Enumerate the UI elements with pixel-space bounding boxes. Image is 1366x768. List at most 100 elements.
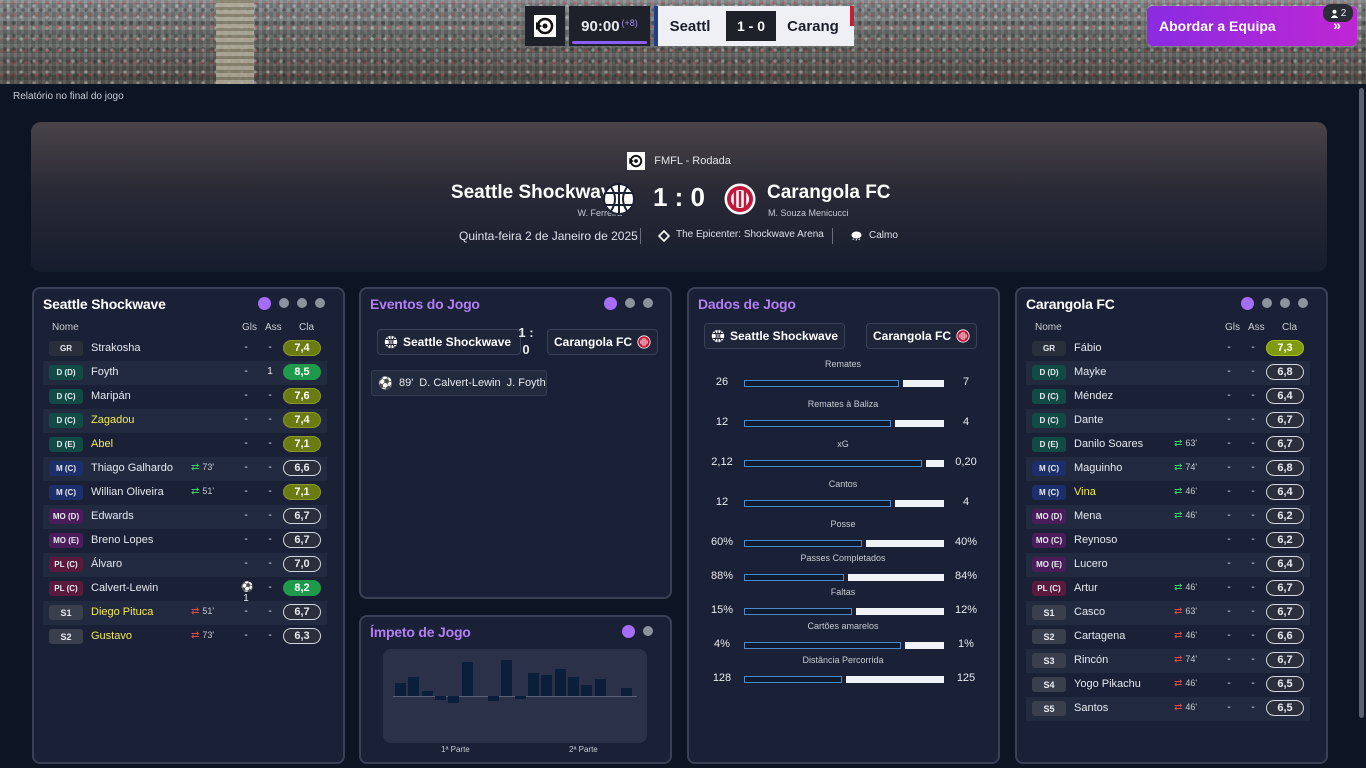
- player-row[interactable]: D (D) Foyth - 1 8,5: [43, 361, 327, 385]
- player-name[interactable]: Dante: [1074, 414, 1103, 426]
- player-row[interactable]: GR Strakosha - -7,4: [43, 337, 327, 361]
- player-row[interactable]: MO (C) Reynoso - -6,2: [1026, 529, 1310, 553]
- player-name[interactable]: Reynoso: [1074, 534, 1117, 546]
- goals-value: -: [1227, 366, 1231, 377]
- away-panel-pager[interactable]: [1241, 297, 1308, 310]
- player-row[interactable]: M (C) Vina ⇄ 46' - -6,4: [1026, 481, 1310, 505]
- player-row[interactable]: S5 Santos ⇄ 46' - -6,5: [1026, 697, 1310, 721]
- player-row[interactable]: M (C) Maguinho ⇄ 74' - -6,8: [1026, 457, 1310, 481]
- event-minute: 89': [398, 377, 414, 389]
- player-name[interactable]: Diego Pituca: [91, 606, 153, 618]
- player-name[interactable]: Rincón: [1074, 654, 1108, 666]
- player-row[interactable]: D (D) Mayke - -6,8: [1026, 361, 1310, 385]
- assists-value: -: [268, 534, 272, 545]
- away-team-name[interactable]: Carangola FC: [767, 182, 891, 204]
- player-name[interactable]: Willian Oliveira: [91, 486, 164, 498]
- player-row[interactable]: S1 Diego Pituca ⇄ 51' - -6,7: [43, 601, 327, 625]
- player-row[interactable]: MO (E) Lucero - -6,4: [1026, 553, 1310, 577]
- position-badge: S3: [1032, 653, 1066, 668]
- player-name[interactable]: Méndez: [1074, 390, 1113, 402]
- player-row[interactable]: S3 Rincón ⇄ 74' - -6,7: [1026, 649, 1310, 673]
- stat-home-value: 12: [715, 496, 729, 508]
- player-name[interactable]: Calvert-Lewin: [91, 582, 158, 594]
- player-row[interactable]: PL (C) Artur ⇄ 46' - -6,7: [1026, 577, 1310, 601]
- player-name[interactable]: Gustavo: [91, 630, 132, 642]
- player-name[interactable]: Casco: [1074, 606, 1105, 618]
- competition[interactable]: FMFL - Rodada: [31, 152, 1327, 170]
- assists-value: -: [268, 390, 272, 401]
- player-name[interactable]: Yogo Pikachu: [1074, 678, 1141, 690]
- player-row[interactable]: M (C) Willian Oliveira ⇄ 51' - -7,1: [43, 481, 327, 505]
- player-name[interactable]: Cartagena: [1074, 630, 1125, 642]
- venue-name[interactable]: The Epicenter: Shockwave Arena: [676, 229, 824, 240]
- player-name[interactable]: Mena: [1074, 510, 1102, 522]
- player-row[interactable]: PL (C) Álvaro - -7,0: [43, 553, 327, 577]
- player-name[interactable]: Breno Lopes: [91, 534, 153, 546]
- stat-label: xG: [837, 439, 849, 449]
- home-team-name[interactable]: Seattle Shockwave: [451, 182, 622, 204]
- position-badge: MO (C): [1032, 533, 1066, 548]
- player-row[interactable]: D (C) Dante - -6,7: [1026, 409, 1310, 433]
- home-panel-pager[interactable]: [258, 297, 325, 310]
- player-row[interactable]: GR Fábio - -7,3: [1026, 337, 1310, 361]
- goal-event[interactable]: ⚽ 89' D. Calvert-Lewin J. Foyth: [371, 370, 547, 396]
- stat-home-bar: [744, 540, 862, 547]
- player-name[interactable]: Mayke: [1074, 366, 1106, 378]
- player-row[interactable]: D (C) Méndez - -6,4: [1026, 385, 1310, 409]
- player-row[interactable]: D (E) Danilo Soares ⇄ 63' - -6,7: [1026, 433, 1310, 457]
- player-name[interactable]: Fábio: [1074, 342, 1102, 354]
- col-assists[interactable]: Ass: [1248, 322, 1265, 333]
- player-row[interactable]: S2 Gustavo ⇄ 73' - -6,3: [43, 625, 327, 649]
- player-row[interactable]: M (C) Thiago Galhardo ⇄ 73' - -6,6: [43, 457, 327, 481]
- col-goals[interactable]: Gls: [1225, 322, 1240, 333]
- momentum-panel-pager[interactable]: [622, 625, 653, 638]
- player-name[interactable]: Maripán: [91, 390, 131, 402]
- weather-cloud-icon: [851, 231, 862, 241]
- away-crest-icon[interactable]: [723, 182, 757, 216]
- player-row[interactable]: MO (D) Edwards - -6,7: [43, 505, 327, 529]
- away-manager[interactable]: M. Souza Menicucci: [768, 208, 849, 218]
- player-name[interactable]: Vina: [1074, 486, 1096, 498]
- player-name[interactable]: Danilo Soares: [1074, 438, 1143, 450]
- player-name[interactable]: Zagadou: [91, 414, 134, 426]
- player-row[interactable]: MO (D) Mena ⇄ 46' - -6,2: [1026, 505, 1310, 529]
- player-row[interactable]: D (E) Abel - -7,1: [43, 433, 327, 457]
- assists-value: -: [268, 342, 272, 353]
- page-scrollbar[interactable]: [1359, 88, 1364, 718]
- player-name[interactable]: Foyth: [91, 366, 119, 378]
- assists-value: -: [1251, 486, 1255, 497]
- col-assists[interactable]: Ass: [265, 322, 282, 333]
- player-name[interactable]: Santos: [1074, 702, 1108, 714]
- position-badge: PL (C): [49, 581, 83, 596]
- momentum-panel-title: Ímpeto de Jogo: [370, 624, 471, 640]
- player-row[interactable]: S2 Cartagena ⇄ 46' - -6,6: [1026, 625, 1310, 649]
- home-crest-icon[interactable]: [602, 182, 636, 216]
- team-talk-button[interactable]: Abordar a Equipa » 2: [1147, 4, 1357, 46]
- player-name[interactable]: Edwards: [91, 510, 134, 522]
- player-name[interactable]: Álvaro: [91, 558, 122, 570]
- player-name[interactable]: Artur: [1074, 582, 1098, 594]
- player-row[interactable]: S4 Yogo Pikachu ⇄ 46' - -6,5: [1026, 673, 1310, 697]
- substitution-arrows-icon: ⇄: [1174, 654, 1183, 665]
- player-row[interactable]: D (C) Zagadou - -7,4: [43, 409, 327, 433]
- player-name[interactable]: Maguinho: [1074, 462, 1122, 474]
- col-goals[interactable]: Gls: [242, 322, 257, 333]
- substitution-arrows-icon: ⇄: [1174, 510, 1183, 521]
- col-name[interactable]: Nome: [52, 322, 79, 333]
- col-rating[interactable]: Cla: [1282, 322, 1297, 333]
- player-name[interactable]: Thiago Galhardo: [91, 462, 173, 474]
- player-row[interactable]: PL (C) Calvert-Lewin ⚽1-8,2: [43, 577, 327, 604]
- player-row[interactable]: MO (E) Breno Lopes - -6,7: [43, 529, 327, 553]
- player-name[interactable]: Abel: [91, 438, 113, 450]
- col-rating[interactable]: Cla: [299, 322, 314, 333]
- stats-home-label: Seattle Shockwave: [730, 329, 839, 343]
- player-row[interactable]: S1 Casco ⇄ 63' - -6,7: [1026, 601, 1310, 625]
- player-row[interactable]: D (C) Maripán - -7,6: [43, 385, 327, 409]
- player-name[interactable]: Strakosha: [91, 342, 141, 354]
- goals-value: -: [1227, 630, 1231, 641]
- events-score: 1 : 0: [518, 325, 534, 357]
- col-name[interactable]: Nome: [1035, 322, 1062, 333]
- rating-pill: 6,7: [283, 604, 321, 620]
- player-name[interactable]: Lucero: [1074, 558, 1108, 570]
- events-panel-pager[interactable]: [604, 297, 653, 310]
